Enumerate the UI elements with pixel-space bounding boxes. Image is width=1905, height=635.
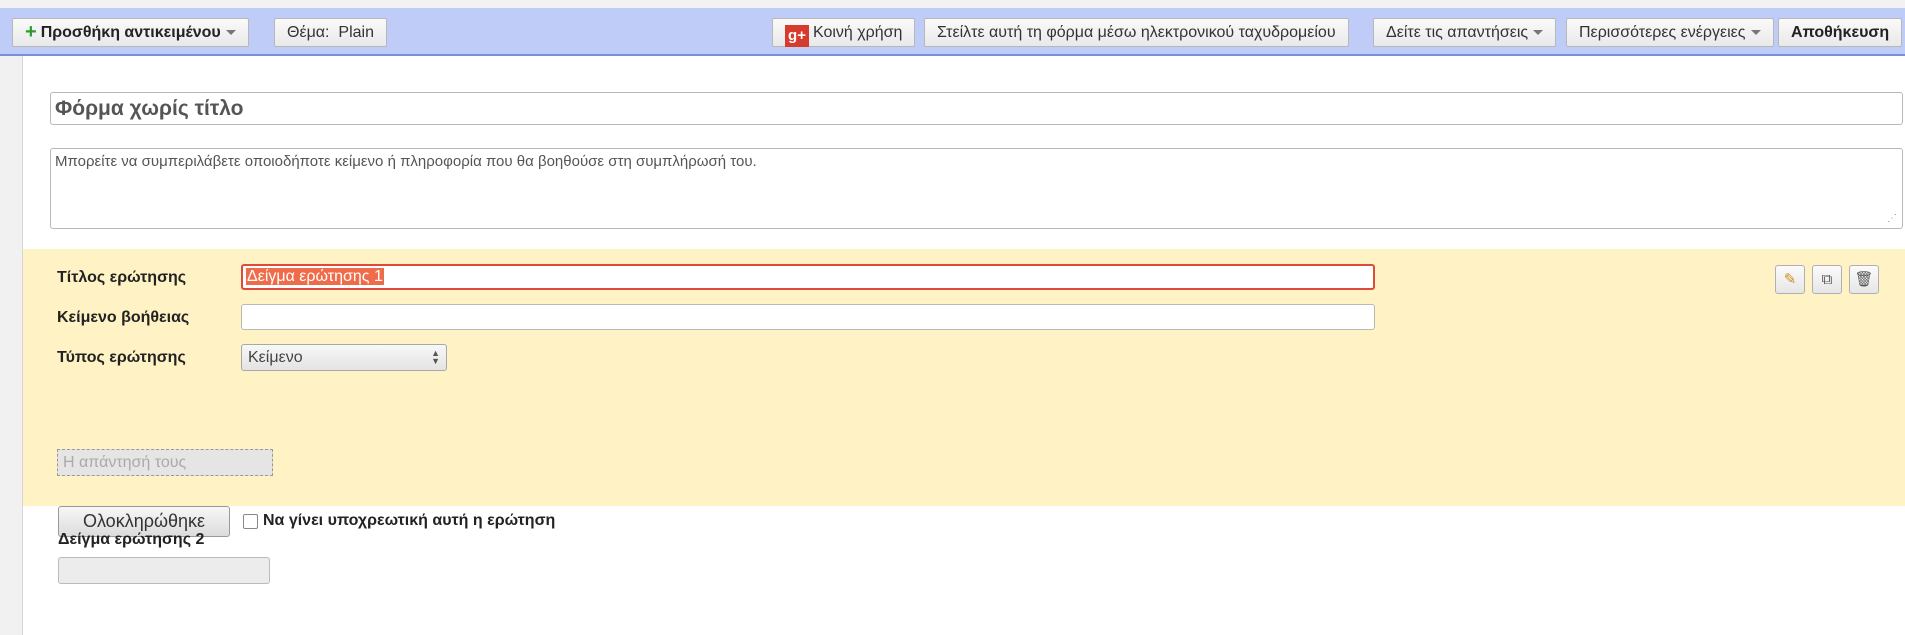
theme-prefix: Θέμα: bbox=[287, 24, 330, 41]
window-top-edge bbox=[0, 0, 1905, 8]
view-responses-label: Δείτε τις απαντήσεις bbox=[1386, 24, 1529, 41]
question-title-value: Δείγμα ερώτησης 1 bbox=[246, 268, 384, 285]
answer-placeholder: Η απάντησή τους bbox=[63, 454, 187, 471]
save-button[interactable]: Αποθήκευση bbox=[1778, 18, 1903, 47]
question-type-label: Τύπος ερώτησης bbox=[57, 349, 186, 366]
add-item-button[interactable]: + Προσθήκη αντικειμένου bbox=[12, 18, 249, 47]
delete-question-button[interactable]: 🗑 bbox=[1849, 265, 1879, 294]
trash-icon: 🗑 bbox=[1854, 271, 1874, 288]
active-question-editor: Τίτλος ερώτησης Δείγμα ερώτησης 1 Κείμεν… bbox=[23, 249, 1905, 537]
form-title-input[interactable]: Φόρμα χωρίς τίτλο bbox=[50, 92, 1903, 125]
view-responses-button[interactable]: Δείτε τις απαντήσεις bbox=[1373, 18, 1557, 47]
email-form-button[interactable]: Στείλτε αυτή τη φόρμα μέσω ηλεκτρονικού … bbox=[924, 18, 1349, 47]
question-title-label: Τίτλος ερώτησης bbox=[57, 269, 187, 286]
google-plus-icon: g+ bbox=[785, 25, 809, 47]
required-checkbox[interactable] bbox=[243, 514, 258, 529]
duplicate-icon: ⧉ bbox=[1821, 271, 1833, 288]
edit-pencil-icon: ✎ bbox=[1783, 271, 1797, 288]
top-toolbar: + Προσθήκη αντικειμένου Θέμα: Plain g+ Κοι… bbox=[0, 8, 1905, 56]
share-label: Κοινή χρήση bbox=[813, 24, 903, 41]
share-button[interactable]: g+ Κοινή χρήση bbox=[772, 18, 916, 47]
email-form-label: Στείλτε αυτή τη φόρμα μέσω ηλεκτρονικού … bbox=[937, 24, 1336, 41]
question-type-value: Κείμενο bbox=[248, 349, 303, 366]
question-title-input[interactable]: Δείγμα ερώτησης 1 bbox=[241, 264, 1375, 290]
dropdown-caret-icon bbox=[225, 30, 236, 36]
question-2-answer-field bbox=[58, 557, 270, 584]
plus-icon: + bbox=[25, 21, 37, 43]
answer-preview-field: Η απάντησή τους bbox=[57, 449, 273, 476]
theme-value: Plain bbox=[338, 24, 374, 41]
left-margin bbox=[0, 56, 22, 635]
form-editor: Φόρμα χωρίς τίτλο Μπορείτε να συμπεριλάβ… bbox=[22, 56, 1905, 635]
theme-button[interactable]: Θέμα: Plain bbox=[274, 18, 387, 47]
help-text-input[interactable] bbox=[241, 304, 1375, 330]
dropdown-caret-icon bbox=[1750, 30, 1761, 36]
save-label: Αποθήκευση bbox=[1791, 24, 1890, 41]
more-actions-button[interactable]: Περισσότερες ενέργειες bbox=[1566, 18, 1774, 47]
form-description-input[interactable]: Μπορείτε να συμπεριλάβετε οποιοδήποτε κε… bbox=[50, 148, 1903, 229]
dropdown-caret-icon bbox=[1533, 30, 1544, 36]
edit-question-button[interactable]: ✎ bbox=[1775, 265, 1805, 294]
help-text-label: Κείμενο βοήθειας bbox=[57, 309, 190, 326]
question-type-select[interactable]: Κείμενο ▲ ▼ bbox=[241, 344, 447, 371]
resize-handle-icon[interactable]: ⋰ bbox=[1887, 213, 1899, 225]
form-description-text: Μπορείτε να συμπεριλάβετε οποιοδήποτε κε… bbox=[55, 153, 757, 170]
duplicate-question-button[interactable]: ⧉ bbox=[1812, 265, 1842, 294]
done-label: Ολοκληρώθηκε bbox=[82, 511, 206, 531]
add-item-label: Προσθήκη αντικειμένου bbox=[40, 24, 221, 41]
question-2-title[interactable]: Δείγμα ερώτησης 2 bbox=[58, 531, 204, 549]
select-arrows-icon: ▲ ▼ bbox=[431, 348, 440, 366]
more-actions-label: Περισσότερες ενέργειες bbox=[1579, 24, 1746, 41]
required-checkbox-label[interactable]: Να γίνει υποχρεωτική αυτή η ερώτηση bbox=[263, 512, 555, 530]
